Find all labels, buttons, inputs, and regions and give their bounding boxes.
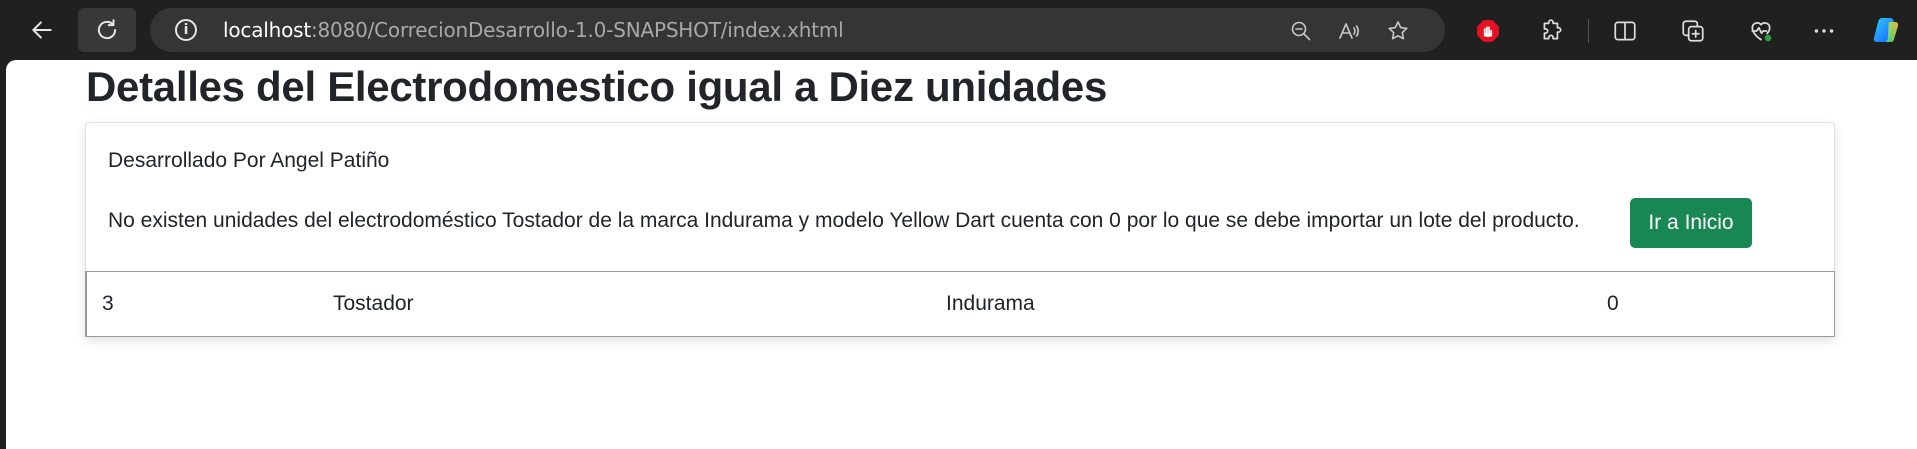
go-home-button[interactable]: Ir a Inicio: [1630, 198, 1752, 248]
read-aloud-button[interactable]: [1335, 17, 1363, 45]
zoom-out-icon: [1291, 21, 1311, 41]
split-screen-icon: [1614, 21, 1636, 41]
read-aloud-icon: [1339, 23, 1359, 39]
url-text[interactable]: localhost:8080/CorrecionDesarrollo-1.0-S…: [223, 19, 844, 41]
reload-icon: [97, 19, 117, 40]
collections-icon: [1682, 20, 1704, 42]
browser-toolbar: i localhost:8080/CorrecionDesarrollo-1.0…: [0, 0, 1917, 60]
adblock-button[interactable]: [1472, 15, 1504, 47]
browser-essentials-button[interactable]: [1745, 15, 1777, 47]
back-button[interactable]: [13, 8, 71, 52]
url-path: :8080/CorrecionDesarrollo-1.0-SNAPSHOT/i…: [310, 18, 844, 42]
split-screen-button[interactable]: [1609, 15, 1641, 47]
zoom-out-button[interactable]: [1287, 17, 1315, 45]
browser-essentials-icon: [1751, 22, 1772, 42]
page-title: Detalles del Electrodomestico igual a Di…: [86, 63, 1108, 110]
collections-button[interactable]: [1677, 15, 1709, 47]
favorite-star-icon: [1388, 21, 1408, 40]
copilot-button[interactable]: [1868, 12, 1904, 48]
adblock-icon: [1477, 20, 1499, 42]
more-menu-icon: [1814, 29, 1834, 33]
back-arrow-icon: [32, 21, 52, 39]
toolbar-divider: [1588, 19, 1589, 43]
site-info-icon[interactable]: i: [175, 19, 197, 41]
table-row: 3 Tostador Indurama 0: [85, 271, 1835, 337]
cell-brand: Indurama: [946, 292, 1035, 315]
developer-credit: Desarrollado Por Angel Patiño: [108, 149, 390, 172]
copilot-icon: [1873, 18, 1899, 42]
more-menu-button[interactable]: [1808, 15, 1840, 47]
address-bar[interactable]: i localhost:8080/CorrecionDesarrollo-1.0…: [150, 8, 1445, 52]
cell-id: 3: [102, 292, 114, 315]
reload-button[interactable]: [78, 8, 136, 52]
stock-message: No existen unidades del electrodoméstico…: [108, 209, 1580, 232]
url-host: localhost: [223, 18, 311, 42]
cell-name: Tostador: [333, 292, 414, 315]
extensions-button[interactable]: [1536, 15, 1568, 47]
page-viewport: Detalles del Electrodomestico igual a Di…: [6, 60, 1917, 449]
details-card: Desarrollado Por Angel Patiño No existen…: [85, 122, 1835, 337]
favorite-button[interactable]: [1384, 17, 1412, 45]
extensions-icon: [1543, 19, 1562, 40]
cell-units: 0: [1607, 292, 1619, 315]
